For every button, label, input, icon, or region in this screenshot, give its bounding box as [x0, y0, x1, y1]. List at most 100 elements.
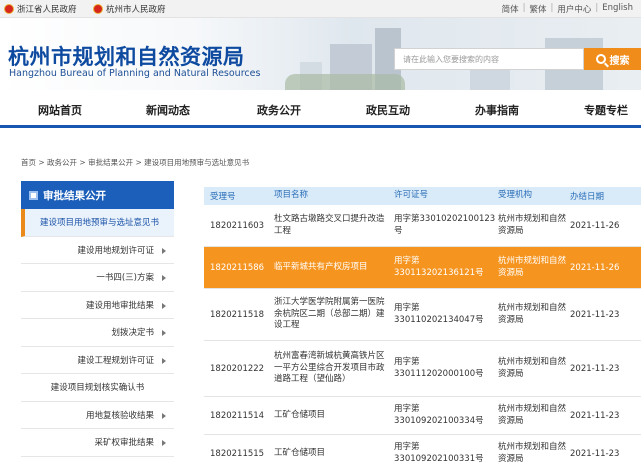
cell-date: 2021-11-23	[570, 363, 620, 374]
table-row-highlighted[interactable]: 1820211586 临平新城共有产权房项目 用字第33011320213612…	[204, 247, 641, 289]
col-header-org: 受理机构	[498, 190, 533, 201]
sidebar-item-label: 建设用地审批结果	[85, 300, 154, 311]
cell-id: 1820211515	[210, 448, 265, 459]
search-icon	[595, 54, 606, 64]
search-button[interactable]: 搜索	[584, 48, 641, 70]
nav-gov-affairs[interactable]: 政务公开	[257, 102, 301, 118]
zhejiang-gov-link[interactable]: 浙江省人民政府	[4, 3, 77, 15]
cell-org: 杭州市规划和自然资源局	[498, 442, 567, 464]
col-header-date: 办结日期	[570, 192, 605, 202]
breadcrumb[interactable]: 首页 > 政务公开 > 审批结果公开 > 建设项目用地预审与选址意见书	[21, 157, 249, 168]
results-table: 受理号 项目名称 许可证号 受理机构 办结日期 1820211603 杜文路古墩…	[204, 187, 641, 469]
separator: |	[522, 3, 526, 13]
top-bar: 浙江省人民政府 杭州市人民政府 简体 | 繁体 | 用户中心 | English	[0, 0, 641, 18]
separator: |	[550, 3, 554, 13]
national-emblem-icon	[93, 4, 103, 14]
cell-permit: 用字第330109202100334号	[394, 404, 484, 426]
col-header-permit: 许可证号	[394, 190, 429, 201]
cell-name[interactable]: 工矿仓储项目	[272, 448, 390, 459]
chevron-right-icon	[162, 302, 166, 309]
search-input[interactable]: 请在此输入您要搜索的内容	[394, 48, 584, 70]
sidebar-item-label: 用地复核验收结果	[85, 410, 154, 421]
cell-permit: 用字第330111202000100号	[394, 357, 484, 379]
chevron-right-icon	[162, 247, 166, 254]
english-link[interactable]: English	[602, 3, 633, 15]
separator: |	[595, 3, 599, 13]
sidebar-item-land-preexam[interactable]: 建设项目用地预审与选址意见书	[21, 209, 174, 237]
national-emblem-icon	[4, 4, 14, 14]
nav-home[interactable]: 网站首页	[38, 102, 82, 118]
simplified-link[interactable]: 简体	[502, 3, 519, 15]
cell-name[interactable]: 工矿仓储项目	[272, 410, 390, 421]
table-row[interactable]: 1820201222 杭州富春湾新城杭黄高铁片区一平方公里综合开发项目市政道路工…	[204, 341, 641, 397]
cell-name[interactable]: 杭州富春湾新城杭黄高铁片区一平方公里综合开发项目市政道路工程（望仙路）	[272, 351, 390, 385]
sidebar-item-construction-permit[interactable]: 建设工程规划许可证	[21, 346, 174, 374]
cell-date: 2021-11-23	[570, 448, 620, 459]
cell-permit: 用字第330109202100331号	[394, 442, 484, 464]
sidebar-item-allocation[interactable]: 划拨决定书	[21, 319, 174, 347]
chevron-right-icon	[162, 330, 166, 336]
table-row[interactable]: 1820211515 工矿仓储项目 用字第330109202100331号 杭州…	[204, 435, 641, 469]
sidebar-item-verification[interactable]: 建设项目规划核实确认书	[21, 374, 174, 402]
sidebar-item-land-review[interactable]: 用地复核验收结果	[21, 401, 174, 429]
user-center-link[interactable]: 用户中心	[557, 3, 591, 15]
sidebar-item-label: 建设项目规划核实确认书	[50, 383, 145, 394]
table-header: 受理号 项目名称 许可证号 受理机构 办结日期	[204, 187, 641, 205]
cell-date: 2021-11-26	[570, 220, 620, 231]
table-row[interactable]: 1820211603 杜文路古墩路交叉口提升改造工程 用字第3301020210…	[204, 205, 641, 247]
cell-permit: 用字第330102021001​23号	[394, 214, 496, 236]
site-title[interactable]: 杭州市规划和自然资源局	[8, 41, 245, 71]
cell-permit: 用字第330113202136121号	[394, 256, 484, 278]
cell-id: 1820211586	[210, 262, 265, 273]
search-button-label: 搜索	[609, 55, 630, 67]
cell-org: 杭州市规划和自然资源局	[498, 303, 567, 325]
cell-org: 杭州市规划和自然资源局	[498, 256, 567, 278]
main-nav: 网站首页 新闻动态 政务公开 政民互动 办事指南 专题专栏	[0, 90, 641, 128]
site-subtitle: Hangzhou Bureau of Planning and Natural …	[9, 68, 261, 79]
zhejiang-gov-label: 浙江省人民政府	[17, 5, 77, 15]
sidebar-item-label: 建设工程规划许可证	[77, 355, 154, 366]
table-row[interactable]: 1820211518 浙江大学医学院附属第一医院余杭院区二期（总部二期）建设工程…	[204, 289, 641, 341]
table-row[interactable]: 1820211514 工矿仓储项目 用字第330109202100334号 杭州…	[204, 397, 641, 435]
sidebar-menu: 建设项目用地预审与选址意见书 建设用地规划许可证 一书四(三)方案 建设用地审批…	[21, 209, 174, 457]
hangzhou-gov-link[interactable]: 杭州市人民政府	[93, 3, 166, 15]
sidebar-item-land-approval[interactable]: 建设用地审批结果	[21, 291, 174, 319]
sidebar-heading: 审批结果公开	[21, 181, 174, 209]
section-icon	[29, 191, 38, 200]
top-right-links: 简体 | 繁体 | 用户中心 | English	[502, 3, 633, 15]
sidebar-item-land-permit[interactable]: 建设用地规划许可证	[21, 236, 174, 264]
cell-name[interactable]: 杜文路古墩路交叉口提升改造工程	[272, 214, 390, 237]
cell-date: 2021-11-23	[570, 410, 620, 421]
nav-interaction[interactable]: 政民互动	[366, 102, 410, 118]
site-header: 杭州市规划和自然资源局 Hangzhou Bureau of Planning …	[0, 18, 641, 90]
cell-date: 2021-11-23	[570, 309, 620, 320]
sidebar-item-one-book-plan[interactable]: 一书四(三)方案	[21, 264, 174, 292]
cell-id: 1820211514	[210, 410, 265, 421]
sidebar-item-label: 采矿权审批结果	[94, 438, 154, 449]
cell-name[interactable]: 临平新城共有产权房项目	[272, 262, 390, 273]
cell-id: 1820211518	[210, 309, 265, 320]
sidebar-item-mining[interactable]: 采矿权审批结果	[21, 429, 174, 457]
nav-service-guide[interactable]: 办事指南	[475, 102, 519, 118]
sidebar-item-label: 一书四(三)方案	[96, 273, 154, 284]
cell-id: 1820211603	[210, 220, 265, 231]
nav-special-topics[interactable]: 专题专栏	[584, 102, 628, 118]
cell-org: 杭州市规划和自然资源局	[498, 214, 567, 236]
chevron-right-icon	[162, 440, 166, 446]
cell-org: 杭州市规划和自然资源局	[498, 404, 567, 426]
cell-permit: 用字第330110202134047号	[394, 303, 484, 325]
sidebar-heading-label: 审批结果公开	[43, 189, 106, 202]
col-header-id: 受理号	[210, 192, 236, 202]
sidebar-item-label: 建设项目用地预审与选址意见书	[39, 218, 159, 229]
sidebar-item-label: 划拨决定书	[111, 328, 154, 339]
traditional-link[interactable]: 繁体	[530, 3, 547, 15]
cell-name[interactable]: 浙江大学医学院附属第一医院余杭院区二期（总部二期）建设工程	[272, 297, 390, 331]
header-trees-graphic	[285, 74, 405, 90]
cell-id: 1820201222	[210, 363, 265, 374]
chevron-right-icon	[162, 357, 166, 364]
nav-news[interactable]: 新闻动态	[146, 102, 190, 118]
cell-date: 2021-11-26	[570, 262, 620, 273]
cell-org: 杭州市规划和自然资源局	[498, 357, 567, 379]
chevron-right-icon	[162, 275, 166, 281]
col-header-name: 项目名称	[274, 190, 309, 201]
